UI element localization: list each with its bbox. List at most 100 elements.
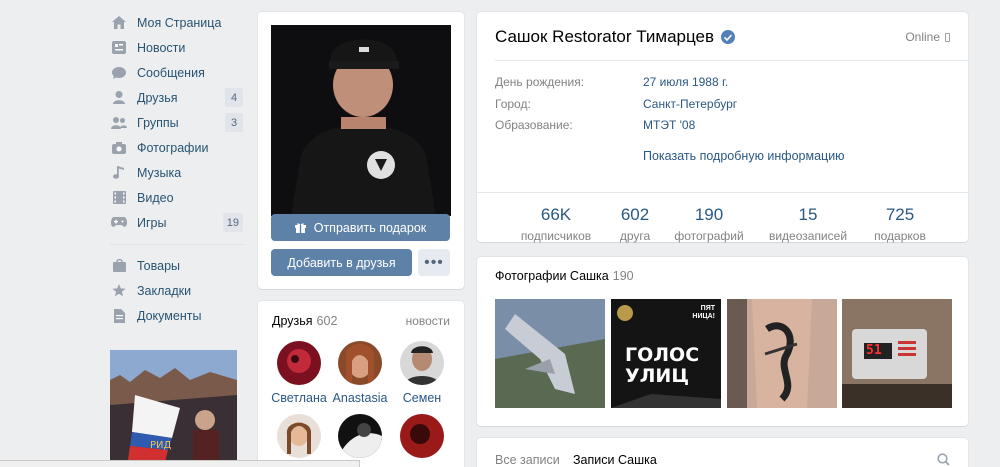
star-icon <box>110 282 128 300</box>
games-count-badge: 19 <box>222 213 243 232</box>
friend-item[interactable] <box>392 414 452 458</box>
profile-info-card: Сашок Restorator Тимарцев Online День ро… <box>477 12 968 243</box>
info-row-city: Город: Санкт-Петербург <box>495 97 737 111</box>
avatar-card: Отправить подарок Добавить в друзья ••• <box>258 12 464 289</box>
stat-label: друга <box>619 229 651 243</box>
friends-count: 602 <box>316 314 338 328</box>
friend-name: Семен <box>402 391 442 405</box>
friend-avatar <box>400 414 444 458</box>
sidebar-item-games[interactable]: Игры 19 <box>108 210 248 235</box>
shop-icon <box>110 257 128 275</box>
search-icon[interactable] <box>937 453 950 467</box>
stat-label: фотографий <box>674 229 744 243</box>
stat-videos[interactable]: 15 видеозаписей <box>765 205 851 243</box>
svg-text:РИД: РИД <box>150 440 172 451</box>
sidebar-item-documents[interactable]: Документы <box>108 303 248 328</box>
profile-photo[interactable] <box>271 25 451 216</box>
photos-header[interactable]: Фотографии Сашка 190 <box>495 269 634 283</box>
gamepad-icon <box>110 214 128 232</box>
sidebar-item-groups[interactable]: Группы 3 <box>108 110 248 135</box>
info-value-link[interactable]: 27 июля 1988 г. <box>643 75 728 89</box>
friend-name: Anastasia <box>332 391 388 405</box>
friend-avatar <box>338 414 382 458</box>
add-friend-button[interactable]: Добавить в друзья <box>271 249 412 276</box>
photo-thumb[interactable] <box>727 299 837 408</box>
add-friend-label: Добавить в друзья <box>287 255 396 270</box>
friend-item[interactable]: Anastasia <box>330 341 390 405</box>
stat-friends[interactable]: 602 друга <box>611 205 659 243</box>
sidebar-item-my-page[interactable]: Моя Страница <box>108 10 248 35</box>
stat-photos[interactable]: 190 фотографий <box>672 205 746 243</box>
document-icon <box>110 307 128 325</box>
sidebar-item-messages[interactable]: Сообщения <box>108 60 248 85</box>
show-more-info-link[interactable]: Показать подробную информацию <box>643 149 845 163</box>
info-value-link[interactable]: МТЭТ '08 <box>643 118 695 132</box>
send-gift-label: Отправить подарок <box>313 220 427 235</box>
groups-icon <box>110 114 128 132</box>
sidebar-item-label: Фотографии <box>137 140 209 155</box>
photos-card: Фотографии Сашка 190 ПЯТ НИЦА! ГОЛОС УЛИЦ… <box>477 257 968 426</box>
sidebar-item-label: Видео <box>137 190 174 205</box>
camera-icon <box>110 139 128 157</box>
sidebar-item-video[interactable]: Видео <box>108 185 248 210</box>
info-key: Город: <box>495 97 531 111</box>
music-icon <box>110 164 128 182</box>
info-key: День рождения: <box>495 75 585 89</box>
messages-icon <box>110 64 128 82</box>
photo-thumb[interactable]: ПЯТ НИЦА! ГОЛОС УЛИЦ <box>611 299 721 408</box>
stat-gifts[interactable]: 725 подарков <box>869 205 931 243</box>
left-sidebar: Моя Страница Новости Сообщения Друзья 4 … <box>108 10 248 328</box>
friend-item[interactable]: Светлана <box>269 341 329 405</box>
sidebar-item-goods[interactable]: Товары <box>108 253 248 278</box>
sidebar-item-news[interactable]: Новости <box>108 35 248 60</box>
friend-item[interactable] <box>330 414 390 458</box>
info-key: Образование: <box>495 118 573 132</box>
tab-own-posts[interactable]: Записи Сашка <box>573 453 657 467</box>
thumb-caption: ГОЛОС УЛИЦ <box>625 344 700 387</box>
sidebar-item-label: Товары <box>137 258 180 273</box>
sidebar-item-label: Группы <box>137 115 179 130</box>
sidebar-item-label: Друзья <box>137 90 178 105</box>
sidebar-item-label: Закладки <box>137 283 192 298</box>
news-icon <box>110 39 128 57</box>
friends-news-link[interactable]: новости <box>406 314 450 328</box>
sidebar-divider <box>110 244 244 245</box>
stat-number: 190 <box>694 205 724 224</box>
video-icon <box>110 189 128 207</box>
photos-count: 190 <box>612 269 634 283</box>
sidebar-item-music[interactable]: Музыка <box>108 160 248 185</box>
photo-thumb[interactable]: 51 <box>842 299 952 408</box>
divider <box>495 60 968 61</box>
photo-thumb[interactable] <box>495 299 605 408</box>
sidebar-item-photos[interactable]: Фотографии <box>108 135 248 160</box>
stat-label: подписчиков <box>520 229 592 243</box>
verified-icon[interactable] <box>721 30 736 44</box>
photos-title: Фотографии Сашка <box>495 269 609 283</box>
profile-name: Сашок Restorator Тимарцев <box>495 27 736 47</box>
thumb-corner-text: ПЯТ НИЦА! <box>692 305 715 320</box>
more-actions-button[interactable]: ••• <box>418 249 450 276</box>
gift-icon <box>294 222 306 233</box>
sidebar-ad-image[interactable]: РИД <box>110 350 237 467</box>
home-icon <box>110 14 128 32</box>
friend-item[interactable] <box>269 414 329 458</box>
friend-name: Светлана <box>271 391 327 405</box>
more-dots-icon: ••• <box>424 253 444 271</box>
sidebar-item-bookmarks[interactable]: Закладки <box>108 278 248 303</box>
send-gift-button[interactable]: Отправить подарок <box>271 214 450 241</box>
posts-card: Все записи Записи Сашка <box>477 438 968 467</box>
stat-number: 15 <box>798 205 818 224</box>
info-row-birthday: День рождения: 27 июля 1988 г. <box>495 75 728 89</box>
friend-item[interactable]: Семен <box>392 341 452 405</box>
sidebar-item-friends[interactable]: Друзья 4 <box>108 85 248 110</box>
info-value-link[interactable]: Санкт-Петербург <box>643 97 737 111</box>
stat-followers[interactable]: 66K подписчиков <box>517 205 595 243</box>
sidebar-item-label: Документы <box>137 308 202 323</box>
friends-card: Друзья 602 новости Светлана Anastasia Сем… <box>258 301 464 467</box>
profile-stats: 66K подписчиков 602 друга 190 фотографий… <box>477 192 968 243</box>
friends-header[interactable]: Друзья 602 <box>272 314 337 328</box>
friend-avatar <box>400 341 444 385</box>
tab-all-posts[interactable]: Все записи <box>495 453 560 467</box>
stat-label: видеозаписей <box>768 229 848 243</box>
sidebar-item-label: Моя Страница <box>137 15 222 30</box>
